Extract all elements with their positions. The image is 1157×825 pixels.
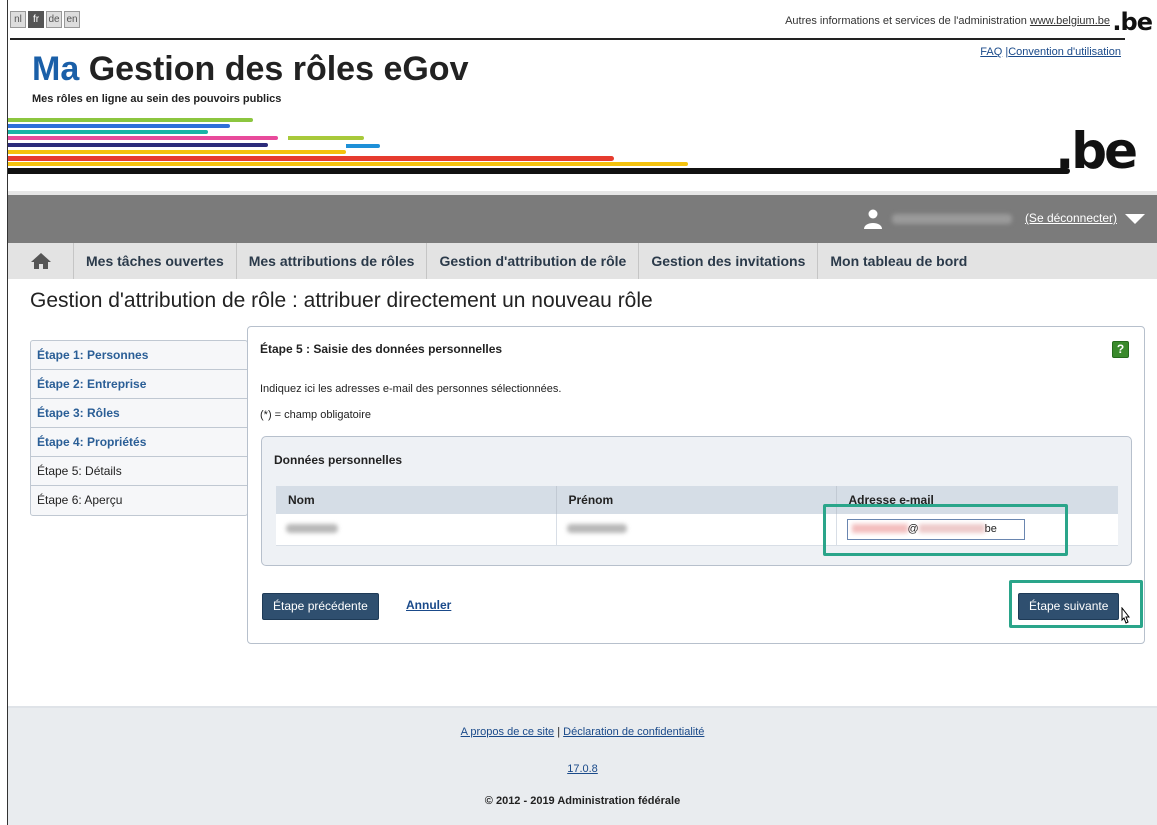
stripe [288,136,364,140]
stripe [8,168,1070,174]
col-prenom: Prénom [556,486,837,514]
stripe [8,118,253,122]
top-info-text: Autres informations et services de l'adm… [785,15,1027,27]
stripe [8,150,346,154]
step-apercu: Étape 6: Aperçu [37,493,123,507]
top-links: FAQ |Convention d'utilisation [980,46,1121,58]
main-nav: Mes tâches ouvertes Mes attributions de … [8,243,1157,279]
cell-nom [276,514,557,546]
app-title: Ma Gestion des rôles eGov [32,50,468,89]
home-icon [30,253,51,269]
footer-links: A propos de ce site | Déclaration de con… [8,726,1157,738]
page-title: Gestion d'attribution de rôle : attribue… [30,289,653,312]
help-icon[interactable]: ? [1112,341,1129,358]
lang-en[interactable]: en [64,11,80,28]
privacy-link[interactable]: Déclaration de confidentialité [563,726,704,738]
lang-nl[interactable]: nl [10,11,26,28]
lang-fr[interactable]: fr [28,11,44,28]
home-button[interactable] [8,243,74,279]
nav-gestion-invitations[interactable]: Gestion des invitations [639,243,819,279]
copyright: © 2012 - 2019 Administration fédérale [484,795,681,807]
wizard-steps: Étape 1: Personnes Étape 2: Entreprise É… [30,340,248,516]
nav-mes-attributions[interactable]: Mes attributions de rôles [237,243,428,279]
about-link[interactable]: A propos de ce site [461,726,555,738]
be-logo-large: .be [1055,122,1138,180]
instruction-text: Indiquez ici les adresses e-mail des per… [260,383,562,395]
col-nom: Nom [276,486,557,514]
required-note: (*) = champ obligatoire [260,409,371,421]
panel-title: Étape 5 : Saisie des données personnelle… [260,342,503,356]
language-switcher: nl fr de en [10,11,82,28]
faq-link[interactable]: FAQ [980,46,1002,58]
be-logo-small[interactable]: .be [1112,8,1153,36]
nav-mes-taches[interactable]: Mes tâches ouvertes [74,243,237,279]
nav-tableau-de-bord[interactable]: Mon tableau de bord [818,243,979,279]
user-icon [864,209,882,229]
belgium-link[interactable]: www.belgium.be [1030,15,1110,27]
footer-sep: | [557,726,561,738]
user-bar: (Se déconnecter) [8,191,1157,243]
nav-gestion-attribution[interactable]: Gestion d'attribution de rôle [427,243,640,279]
cell-prenom [556,514,837,546]
stripe [8,143,268,147]
cancel-link[interactable]: Annuler [406,598,451,612]
stripe [346,144,380,148]
convention-link[interactable]: Convention d'utilisation [1008,46,1121,58]
top-bar: nl fr de en Autres informations et services… [10,8,1157,36]
mouse-cursor-icon [1121,607,1131,624]
step-personnes[interactable]: Étape 1: Personnes [31,341,247,370]
lang-de[interactable]: de [46,11,62,28]
user-name-redacted [892,214,1012,224]
step-details: Étape 5: Détails [31,457,247,486]
app-title-rest: Gestion des rôles eGov [88,50,469,88]
step-proprietes[interactable]: Étape 4: Propriétés [31,428,247,457]
previous-step-button[interactable]: Étape précédente [262,593,379,620]
chevron-down-icon[interactable] [1125,214,1145,224]
footer: A propos de ce site | Déclaration de con… [8,706,1157,825]
app-tagline: Mes rôles en ligne au sein des pouvoirs … [32,93,282,105]
stripe [8,136,278,140]
top-divider [10,38,1125,40]
section-title: Données personnelles [274,453,403,467]
stripe [8,162,688,166]
nom-redacted [286,524,338,534]
version-link[interactable]: 17.0.8 [8,763,1157,775]
stripe [8,156,614,161]
step-entreprise[interactable]: Étape 2: Entreprise [31,370,247,399]
logout-link[interactable]: (Se déconnecter) [1025,211,1117,225]
prenom-redacted [566,524,627,534]
stripe [8,130,208,134]
step-roles[interactable]: Étape 3: Rôles [31,399,247,428]
email-highlight [823,504,1068,556]
app-title-ma: Ma [32,50,80,88]
stripe [8,124,230,128]
top-info: Autres informations et services de l'adm… [785,15,1110,27]
